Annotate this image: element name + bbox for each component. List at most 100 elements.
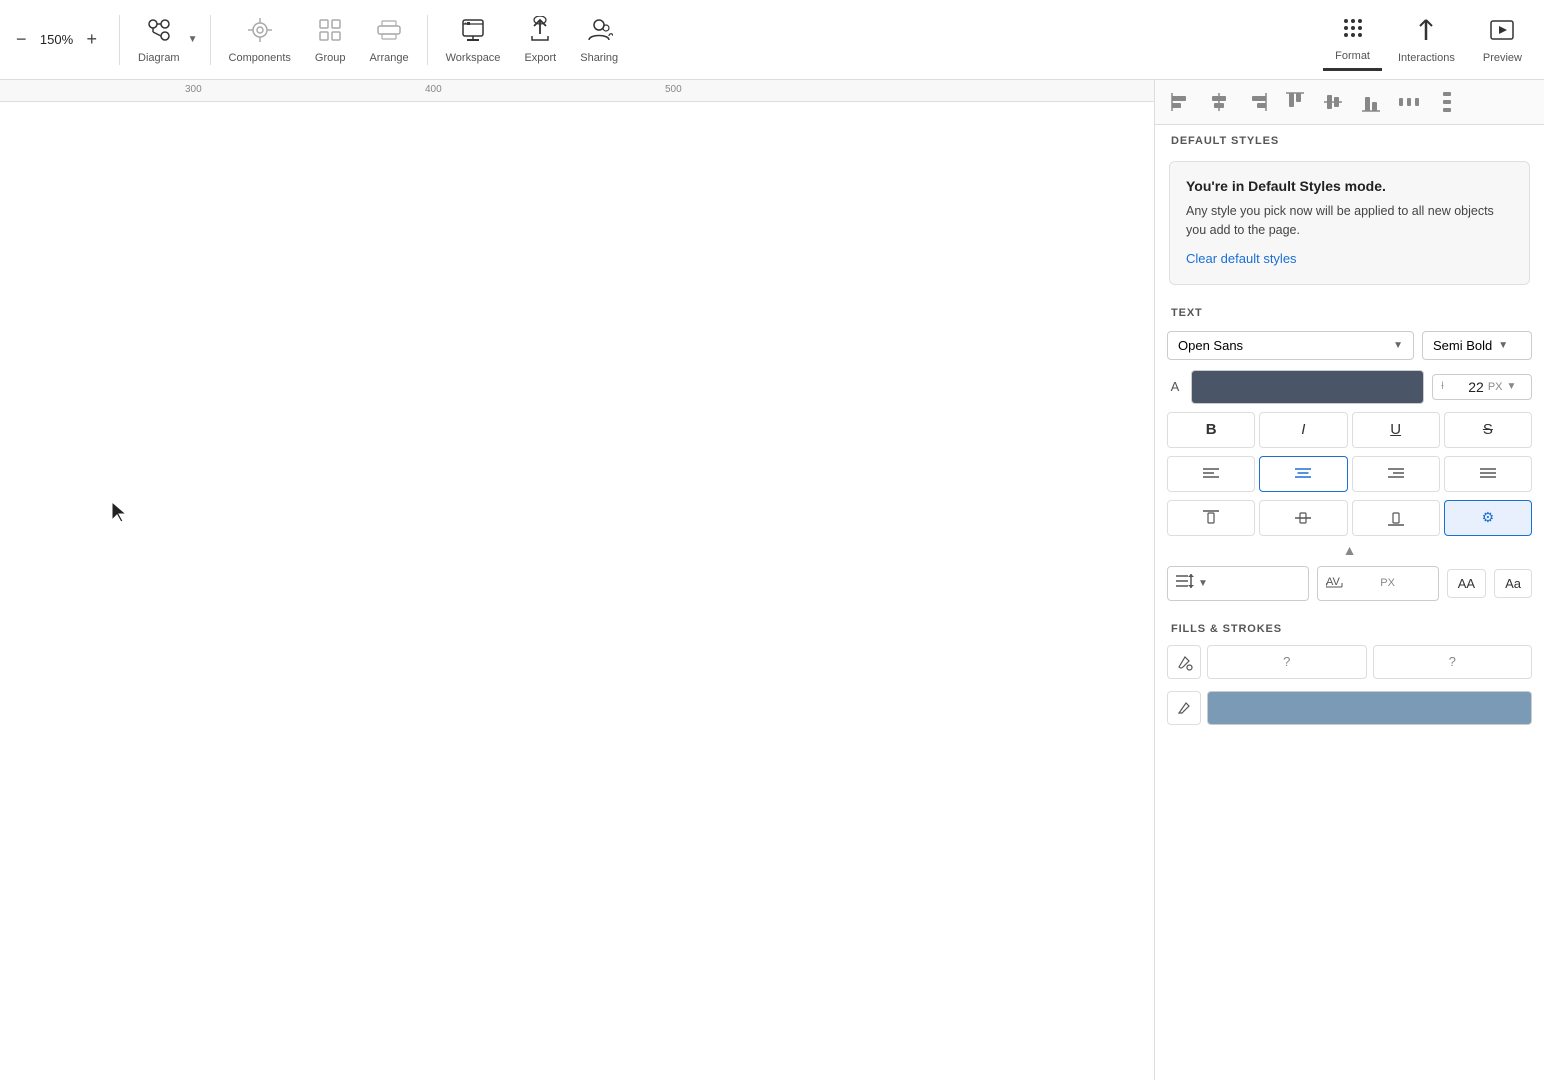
align-justify-button[interactable] xyxy=(1444,456,1532,492)
align-top-edge-icon[interactable] xyxy=(1277,86,1313,118)
default-styles-box: You're in Default Styles mode. Any style… xyxy=(1169,161,1530,285)
align-left-button[interactable] xyxy=(1167,456,1255,492)
font-size-input[interactable] xyxy=(1448,379,1484,395)
font-family-row: Open Sans ▼ Semi Bold ▼ xyxy=(1155,325,1544,366)
lowercase-button[interactable]: Aa xyxy=(1494,569,1532,598)
stroke-color-swatch[interactable] xyxy=(1207,691,1532,725)
panel-tabs xyxy=(1155,80,1544,125)
align-center-h-icon[interactable] xyxy=(1201,86,1237,118)
toolbar-separator-3 xyxy=(427,15,428,65)
arrange-button[interactable]: Arrange xyxy=(359,10,418,70)
underline-button[interactable]: U xyxy=(1352,412,1440,448)
interactions-button[interactable]: Interactions xyxy=(1386,10,1467,70)
letter-spacing-input[interactable]: AV PX xyxy=(1317,566,1439,601)
preview-icon xyxy=(1488,16,1516,48)
align-bottom-edge-icon[interactable] xyxy=(1353,86,1389,118)
line-spacing-select[interactable]: ▼ xyxy=(1167,566,1309,601)
collapse-arrow-icon[interactable]: ▲ xyxy=(1343,542,1357,558)
diagram-button[interactable]: Diagram xyxy=(128,10,190,70)
format-label: Format xyxy=(1335,50,1370,62)
spacing-row: ▼ AV PX AA Aa xyxy=(1155,562,1544,605)
distribute-v-icon[interactable] xyxy=(1429,86,1465,118)
fill-paint-button[interactable] xyxy=(1167,645,1201,679)
main-area: 300 400 500 xyxy=(0,80,1544,1080)
distribute-h-icon[interactable] xyxy=(1391,86,1427,118)
text-align-row xyxy=(1155,452,1544,496)
format-icon xyxy=(1339,14,1367,46)
canvas-area[interactable]: 300 400 500 xyxy=(0,80,1154,1080)
workspace-icon xyxy=(459,16,487,48)
interactions-label: Interactions xyxy=(1398,52,1455,64)
fill-row: ? ? xyxy=(1155,641,1544,683)
font-weight-value: Semi Bold xyxy=(1433,338,1492,353)
zoom-controls: − 150% + xyxy=(10,25,103,54)
letter-spacing-icon: AV xyxy=(1326,573,1344,594)
align-right-button[interactable] xyxy=(1352,456,1440,492)
fill-value-1[interactable]: ? xyxy=(1207,645,1367,679)
align-center-button[interactable] xyxy=(1259,456,1347,492)
font-size-unit: PX xyxy=(1488,381,1503,393)
italic-button[interactable]: I xyxy=(1259,412,1347,448)
sharing-icon xyxy=(585,16,613,48)
valign-top-button[interactable] xyxy=(1167,500,1255,536)
horizontal-ruler: 300 400 500 xyxy=(0,80,1154,102)
export-label: Export xyxy=(524,52,556,64)
strikethrough-button[interactable]: S xyxy=(1444,412,1532,448)
font-size-control: ⟊ PX ▼ xyxy=(1432,374,1532,400)
uppercase-button[interactable]: AA xyxy=(1447,569,1486,598)
workspace-button[interactable]: Workspace xyxy=(436,10,511,70)
align-left-edge-icon[interactable] xyxy=(1163,86,1199,118)
arrange-icon xyxy=(375,16,403,48)
preview-button[interactable]: Preview xyxy=(1471,10,1534,70)
line-spacing-icon xyxy=(1176,573,1194,594)
default-styles-title: You're in Default Styles mode. xyxy=(1186,178,1513,194)
letter-spacing-value[interactable] xyxy=(1348,576,1376,591)
collapse-row: ▲ xyxy=(1155,540,1544,562)
zoom-level: 150% xyxy=(35,32,79,47)
arrange-label: Arrange xyxy=(369,52,408,64)
main-toolbar: − 150% + Diagram ▼ xyxy=(0,0,1544,80)
diagram-label: Diagram xyxy=(138,52,180,64)
components-button[interactable]: Components xyxy=(219,10,301,70)
toolbar-separator-2 xyxy=(210,15,211,65)
default-styles-description: Any style you pick now will be applied t… xyxy=(1186,202,1513,240)
group-label: Group xyxy=(315,52,346,64)
text-color-swatch[interactable] xyxy=(1191,370,1424,404)
diagram-icon xyxy=(145,16,173,48)
font-family-value: Open Sans xyxy=(1178,338,1243,353)
fill-value-2[interactable]: ? xyxy=(1373,645,1533,679)
ruler-mark-500: 500 xyxy=(665,84,682,95)
right-panel: DEFAULT STYLES You're in Default Styles … xyxy=(1154,80,1544,1080)
text-settings-button[interactable]: ⚙ xyxy=(1444,500,1532,536)
text-section-header: TEXT xyxy=(1155,297,1544,325)
export-button[interactable]: Export xyxy=(514,10,566,70)
vertical-align-row: ⚙ xyxy=(1155,496,1544,540)
text-format-row: B I U S xyxy=(1155,408,1544,452)
valign-bottom-button[interactable] xyxy=(1352,500,1440,536)
workspace-label: Workspace xyxy=(446,52,501,64)
toolbar-separator-1 xyxy=(119,15,120,65)
format-button[interactable]: Format xyxy=(1323,8,1382,71)
sharing-label: Sharing xyxy=(580,52,618,64)
bold-button[interactable]: B xyxy=(1167,412,1255,448)
stroke-pencil-button[interactable] xyxy=(1167,691,1201,725)
font-size-chevron[interactable]: ▼ xyxy=(1507,381,1517,392)
stroke-row xyxy=(1155,687,1544,729)
toolbar-right: Format Interactions Preview xyxy=(1323,8,1534,71)
font-family-select[interactable]: Open Sans ▼ xyxy=(1167,331,1414,360)
fills-section: ? ? xyxy=(1155,641,1544,737)
align-middle-v-icon[interactable] xyxy=(1315,86,1351,118)
group-button[interactable]: Group xyxy=(305,10,356,70)
sharing-button[interactable]: Sharing xyxy=(570,10,628,70)
align-right-edge-icon[interactable] xyxy=(1239,86,1275,118)
svg-text:AV: AV xyxy=(1326,576,1341,588)
diagram-dropdown-arrow[interactable]: ▼ xyxy=(188,34,198,45)
zoom-in-button[interactable]: + xyxy=(81,25,104,54)
clear-default-styles-link[interactable]: Clear default styles xyxy=(1186,251,1297,266)
text-section: Open Sans ▼ Semi Bold ▼ A ⟊ PX ▼ xyxy=(1155,325,1544,613)
font-weight-select[interactable]: Semi Bold ▼ xyxy=(1422,331,1532,360)
zoom-out-button[interactable]: − xyxy=(10,25,33,54)
valign-middle-button[interactable] xyxy=(1259,500,1347,536)
group-icon xyxy=(316,16,344,48)
components-icon xyxy=(246,16,274,48)
